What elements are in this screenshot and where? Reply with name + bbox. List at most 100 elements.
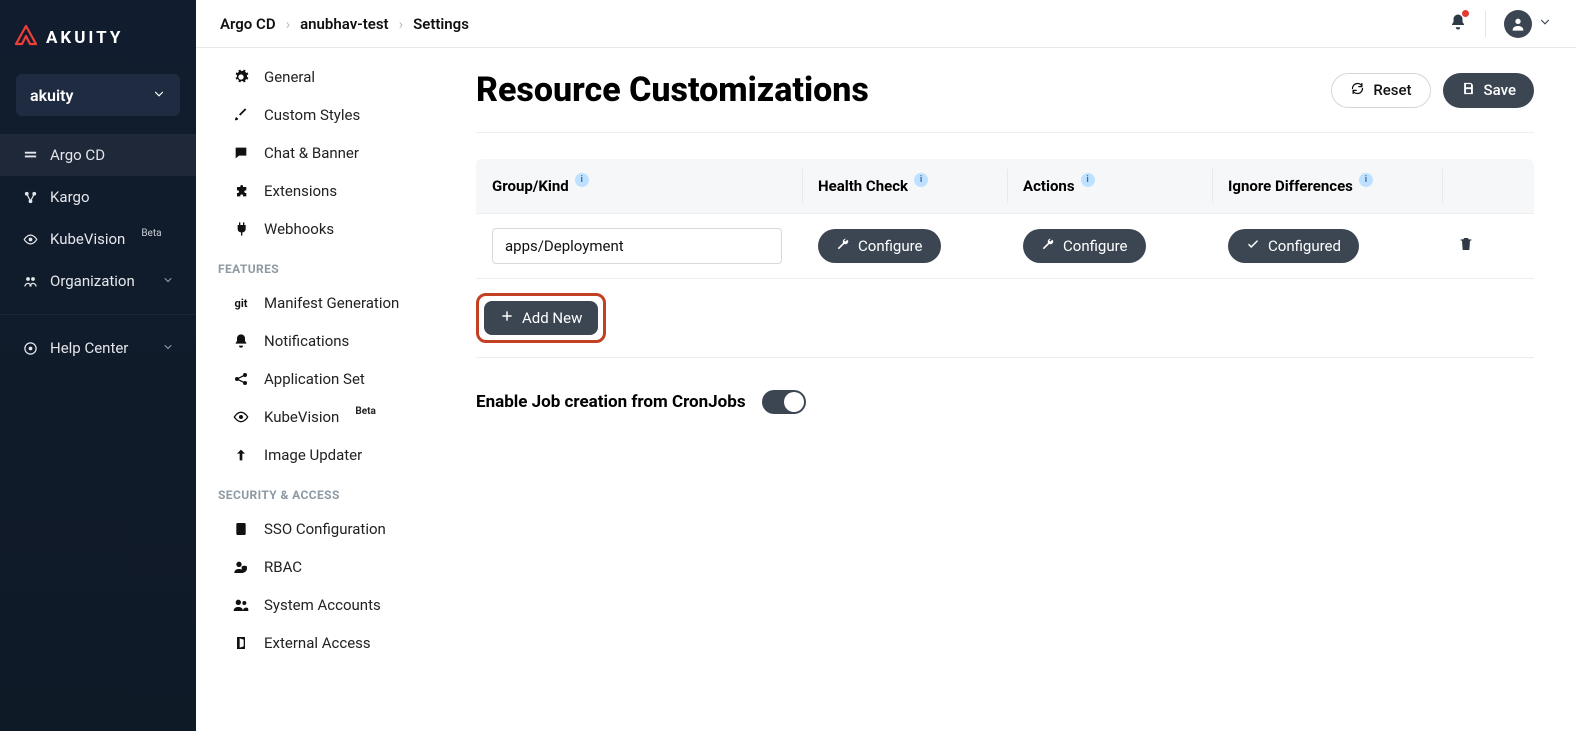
brand-logo: AKUITY <box>0 0 196 74</box>
topbar: Argo CD › anubhav-test › Settings <box>196 0 1576 48</box>
button-label: Save <box>1484 81 1516 99</box>
ignore-diff-configured-button[interactable]: Configured <box>1228 229 1359 263</box>
argocd-icon <box>22 148 38 163</box>
settings-item-label: Image Updater <box>264 446 362 464</box>
sidebar-item-organization[interactable]: Organization <box>0 260 196 302</box>
notifications-button[interactable] <box>1449 13 1467 35</box>
button-label: Configured <box>1268 237 1341 255</box>
eye-icon <box>232 409 250 425</box>
th-group-kind: Group/Kind i <box>476 159 802 213</box>
breadcrumb-instance[interactable]: anubhav-test <box>300 15 388 33</box>
plug-icon <box>232 221 250 237</box>
bell-icon <box>232 333 250 349</box>
settings-item-manifest-generation[interactable]: git Manifest Generation <box>216 284 434 322</box>
settings-item-label: Extensions <box>264 182 337 200</box>
gear-icon <box>232 69 250 85</box>
page-actions: Reset Save <box>1331 73 1534 108</box>
puzzle-icon <box>232 183 250 199</box>
th-health-check: Health Check i <box>802 159 1007 213</box>
sidebar-item-label: Kargo <box>50 188 90 206</box>
settings-sidebar: General Custom Styles Chat & Banner Exte… <box>196 48 434 731</box>
settings-item-application-set[interactable]: Application Set <box>216 360 434 398</box>
breadcrumb: Argo CD › anubhav-test › Settings <box>220 15 469 33</box>
health-check-configure-button[interactable]: Configure <box>818 229 941 263</box>
plus-icon <box>500 309 514 327</box>
breadcrumb-settings[interactable]: Settings <box>413 15 469 33</box>
brush-icon <box>232 107 250 123</box>
notification-dot <box>1462 10 1469 17</box>
button-label: Add New <box>522 309 582 327</box>
avatar-icon <box>1504 10 1532 38</box>
settings-item-sso[interactable]: SSO Configuration <box>216 510 434 548</box>
settings-item-label: System Accounts <box>264 596 381 614</box>
reset-button[interactable]: Reset <box>1331 73 1430 108</box>
add-row: Add New <box>476 279 1534 358</box>
check-icon <box>1246 237 1260 255</box>
th-actions-col <box>1442 159 1502 213</box>
table-row: Configure Configure Configured <box>476 214 1534 279</box>
sidebar-dark: AKUITY akuity Argo CD Kargo KubeVision B… <box>0 0 196 731</box>
resource-table: Group/Kind i Health Check i Actions i Ig… <box>476 159 1534 358</box>
user-shield-icon <box>232 559 250 575</box>
settings-item-general[interactable]: General <box>216 58 434 96</box>
info-icon[interactable]: i <box>1359 173 1373 187</box>
content-area: Argo CD › anubhav-test › Settings <box>196 0 1576 731</box>
save-button[interactable]: Save <box>1443 73 1534 108</box>
sidebar-divider <box>0 314 196 315</box>
settings-item-label: Chat & Banner <box>264 144 359 162</box>
users-icon <box>232 597 250 613</box>
user-menu[interactable] <box>1504 10 1552 38</box>
settings-item-image-updater[interactable]: Image Updater <box>216 436 434 474</box>
button-label: Reset <box>1373 81 1411 99</box>
refresh-icon <box>1350 81 1365 100</box>
settings-item-chat-banner[interactable]: Chat & Banner <box>216 134 434 172</box>
page-header: Resource Customizations Reset Save <box>476 70 1534 133</box>
sidebar-item-kubevision[interactable]: KubeVision Beta <box>0 218 196 260</box>
org-selector[interactable]: akuity <box>16 74 180 116</box>
button-label: Configure <box>1063 237 1128 255</box>
settings-item-rbac[interactable]: RBAC <box>216 548 434 586</box>
settings-item-label: Notifications <box>264 332 349 350</box>
sidebar-item-label: Argo CD <box>50 146 105 164</box>
settings-item-external-access[interactable]: External Access <box>216 624 434 662</box>
breadcrumb-argocd[interactable]: Argo CD <box>220 15 276 33</box>
settings-item-webhooks[interactable]: Webhooks <box>216 210 434 248</box>
button-label: Configure <box>858 237 923 255</box>
info-icon[interactable]: i <box>575 173 589 187</box>
help-icon <box>22 341 38 356</box>
th-label: Actions <box>1023 177 1075 195</box>
actions-configure-button[interactable]: Configure <box>1023 229 1146 263</box>
door-icon <box>232 635 250 651</box>
chevron-down-icon <box>162 272 174 290</box>
git-icon: git <box>232 297 250 310</box>
cronjob-toggle[interactable] <box>762 390 806 414</box>
sidebar-item-argocd[interactable]: Argo CD <box>0 134 196 176</box>
info-icon[interactable]: i <box>1081 173 1095 187</box>
delete-row-button[interactable] <box>1458 237 1474 256</box>
settings-item-custom-styles[interactable]: Custom Styles <box>216 96 434 134</box>
settings-item-system-accounts[interactable]: System Accounts <box>216 586 434 624</box>
settings-item-label: SSO Configuration <box>264 520 386 538</box>
kargo-icon <box>22 190 38 205</box>
settings-item-extensions[interactable]: Extensions <box>216 172 434 210</box>
th-label: Ignore Differences <box>1228 177 1353 195</box>
settings-item-kubevision[interactable]: KubeVision Beta <box>216 398 434 436</box>
wrench-icon <box>1041 237 1055 255</box>
sidebar-item-kargo[interactable]: Kargo <box>0 176 196 218</box>
arrow-up-icon <box>232 447 250 463</box>
toggle-label: Enable Job creation from CronJobs <box>476 392 746 412</box>
chevron-down-icon <box>1538 14 1552 33</box>
share-icon <box>232 371 250 387</box>
info-icon[interactable]: i <box>914 173 928 187</box>
settings-item-notifications[interactable]: Notifications <box>216 322 434 360</box>
settings-item-label: KubeVision <box>264 408 339 426</box>
sidebar-item-label: KubeVision <box>50 230 125 248</box>
sidebar-item-help[interactable]: Help Center <box>0 327 196 369</box>
sidebar-item-label: Help Center <box>50 339 128 357</box>
page-content: Resource Customizations Reset Save Group… <box>434 48 1576 731</box>
add-new-button[interactable]: Add New <box>484 301 598 335</box>
id-icon <box>232 521 250 537</box>
divider <box>1485 11 1486 37</box>
group-kind-input[interactable] <box>492 228 782 264</box>
settings-item-label: Application Set <box>264 370 365 388</box>
